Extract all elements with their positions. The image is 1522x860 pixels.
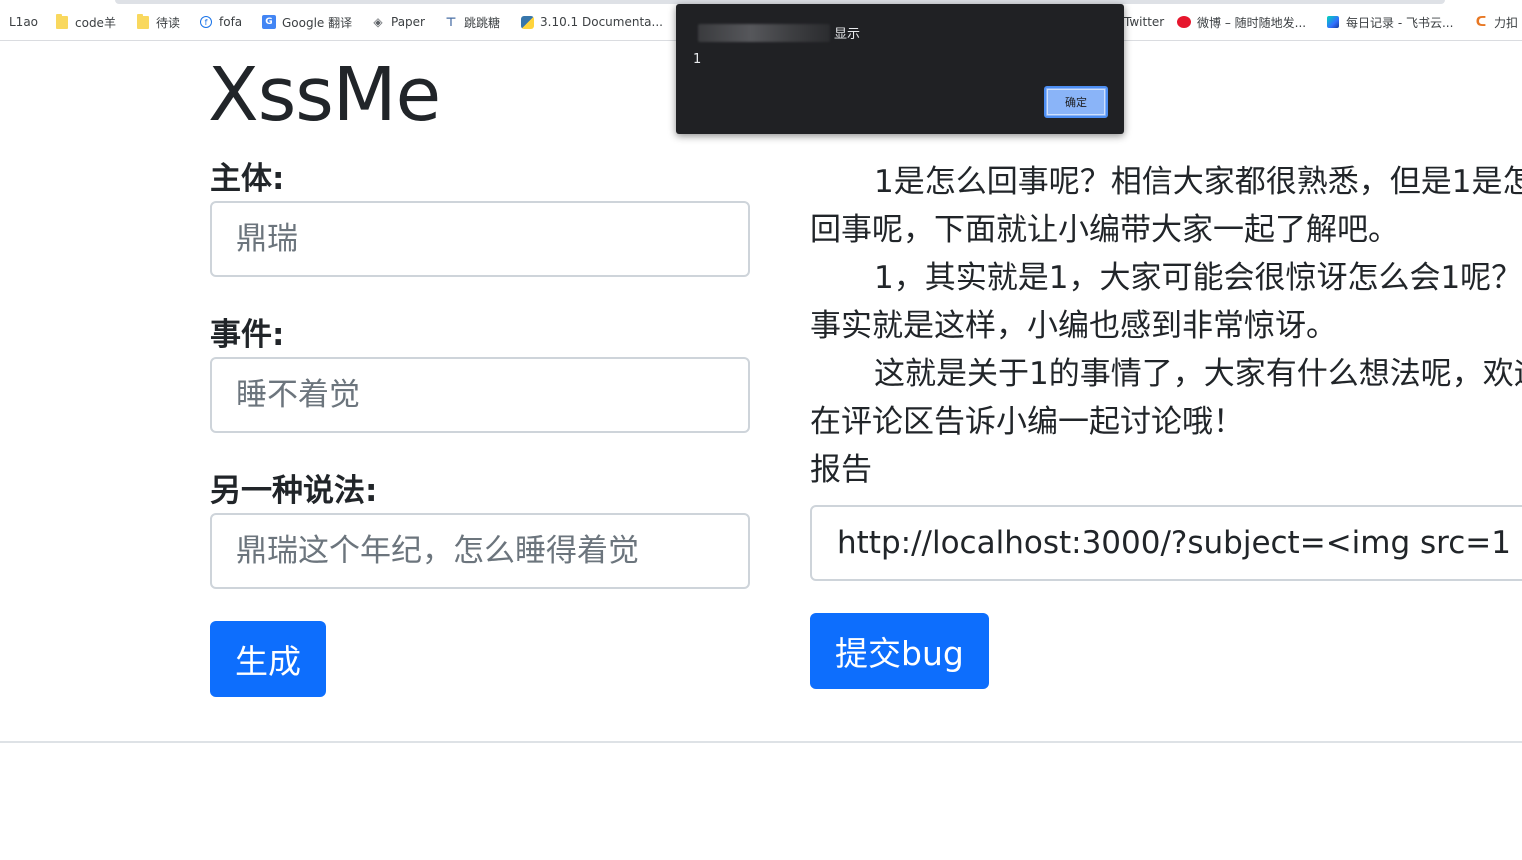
alert-title-suffix: 显示: [834, 27, 861, 42]
bookmark-python-docs[interactable]: 3.10.1 Documenta...: [520, 13, 663, 31]
article-text: 在评论区告诉小编一起讨论哦！: [810, 404, 1244, 440]
submit-bug-button[interactable]: 提交bug: [810, 613, 989, 689]
bookmark-weibo[interactable]: 微博 – 随时随地发...: [1177, 13, 1306, 31]
bookmark-tiaotiaotang[interactable]: ⊤ 跳跳糖: [444, 13, 501, 31]
alt-phrase-input[interactable]: [210, 513, 750, 589]
report-url-input[interactable]: [810, 505, 1522, 581]
bookmark-twitter[interactable]: Twitter: [1124, 13, 1164, 31]
report-label: 报告: [810, 452, 872, 488]
article-text: 1是怎么回事呢？相信大家都很熟悉，但是1是怎么: [874, 164, 1522, 200]
bookmark-to-read[interactable]: 待读: [136, 13, 180, 31]
bookmark-label: 跳跳糖: [464, 15, 501, 30]
bookmark-code[interactable]: code羊: [55, 13, 116, 31]
fofa-icon: f: [199, 15, 213, 29]
subject-label: 主体:: [210, 161, 285, 197]
bookmark-label: Twitter: [1124, 15, 1165, 29]
article-text: 这就是关于1的事情了，大家有什么想法呢，欢迎: [874, 356, 1522, 392]
feishu-icon: [1326, 15, 1340, 29]
weibo-icon: [1177, 15, 1191, 29]
google-translate-icon: G: [262, 15, 276, 29]
article-text: 1，其实就是1，大家可能会很惊讶怎么会1呢？但: [874, 260, 1522, 296]
event-input[interactable]: [210, 357, 750, 433]
bookmark-label: 微博 – 随时随地发...: [1197, 15, 1307, 30]
bookmark-label: 每日记录 - 飞书云...: [1346, 15, 1454, 30]
bookmark-label: 力扣: [1494, 15, 1519, 30]
subject-input[interactable]: [210, 201, 750, 277]
generate-button[interactable]: 生成: [210, 621, 326, 697]
bookmark-label: L1ao: [9, 15, 39, 29]
python-icon: [520, 15, 534, 29]
bookmark-google-translate[interactable]: G Google 翻译: [262, 13, 352, 31]
article-paragraph-3-cont: 在评论区告诉小编一起讨论哦！: [810, 398, 1522, 446]
bookmark-label: fofa: [219, 15, 243, 29]
bookmark-fofa[interactable]: f fofa: [199, 13, 242, 31]
bookmark-paper[interactable]: ◈ Paper: [371, 13, 425, 31]
bookmark-l1ao[interactable]: L1ao: [9, 13, 38, 31]
leetcode-icon: ᑕ: [1475, 14, 1487, 30]
alert-dialog: 显示 1 确定: [676, 4, 1124, 134]
redacted-origin: [698, 23, 830, 42]
bookmark-label: 3.10.1 Documenta...: [540, 15, 663, 29]
article-paragraph-2: 1，其实就是1，大家可能会很惊讶怎么会1呢？但: [810, 254, 1522, 302]
alert-title: 显示: [698, 23, 860, 42]
bookmark-label: Paper: [391, 15, 425, 29]
bookmark-feishu[interactable]: 每日记录 - 飞书云...: [1326, 13, 1453, 31]
article-text: 事实就是这样，小编也感到非常惊讶。: [810, 308, 1337, 344]
article-paragraph-1-cont: 回事呢，下面就让小编带大家一起了解吧。: [810, 206, 1522, 254]
paper-icon: ◈: [373, 15, 383, 29]
article-paragraph-1: 1是怎么回事呢？相信大家都很熟悉，但是1是怎么: [810, 158, 1522, 206]
bookmark-label: 待读: [156, 15, 181, 30]
alert-message: 1: [693, 52, 702, 67]
alert-ok-button[interactable]: 确定: [1044, 86, 1108, 118]
article-paragraph-2-cont: 事实就是这样，小编也感到非常惊讶。: [810, 302, 1522, 350]
bookmark-leetcode[interactable]: ᑕ 力扣: [1474, 13, 1518, 31]
tiaotiaotang-icon: ⊤: [445, 15, 457, 29]
folder-icon: [136, 13, 150, 29]
generated-article: 1是怎么回事呢？相信大家都很熟悉，但是1是怎么 回事呢，下面就让小编带大家一起了…: [810, 158, 1522, 494]
article-text: 回事呢，下面就让小编带大家一起了解吧。: [810, 212, 1399, 248]
bookmark-label: Google 翻译: [282, 15, 353, 30]
page-title: XssMe: [208, 52, 441, 138]
event-label: 事件:: [210, 317, 285, 353]
alt-phrase-label: 另一种说法:: [210, 473, 378, 509]
bookmark-label: code羊: [75, 15, 116, 30]
folder-icon: [55, 13, 69, 29]
footer-divider: [0, 741, 1522, 743]
article-paragraph-3: 这就是关于1的事情了，大家有什么想法呢，欢迎: [810, 350, 1522, 398]
